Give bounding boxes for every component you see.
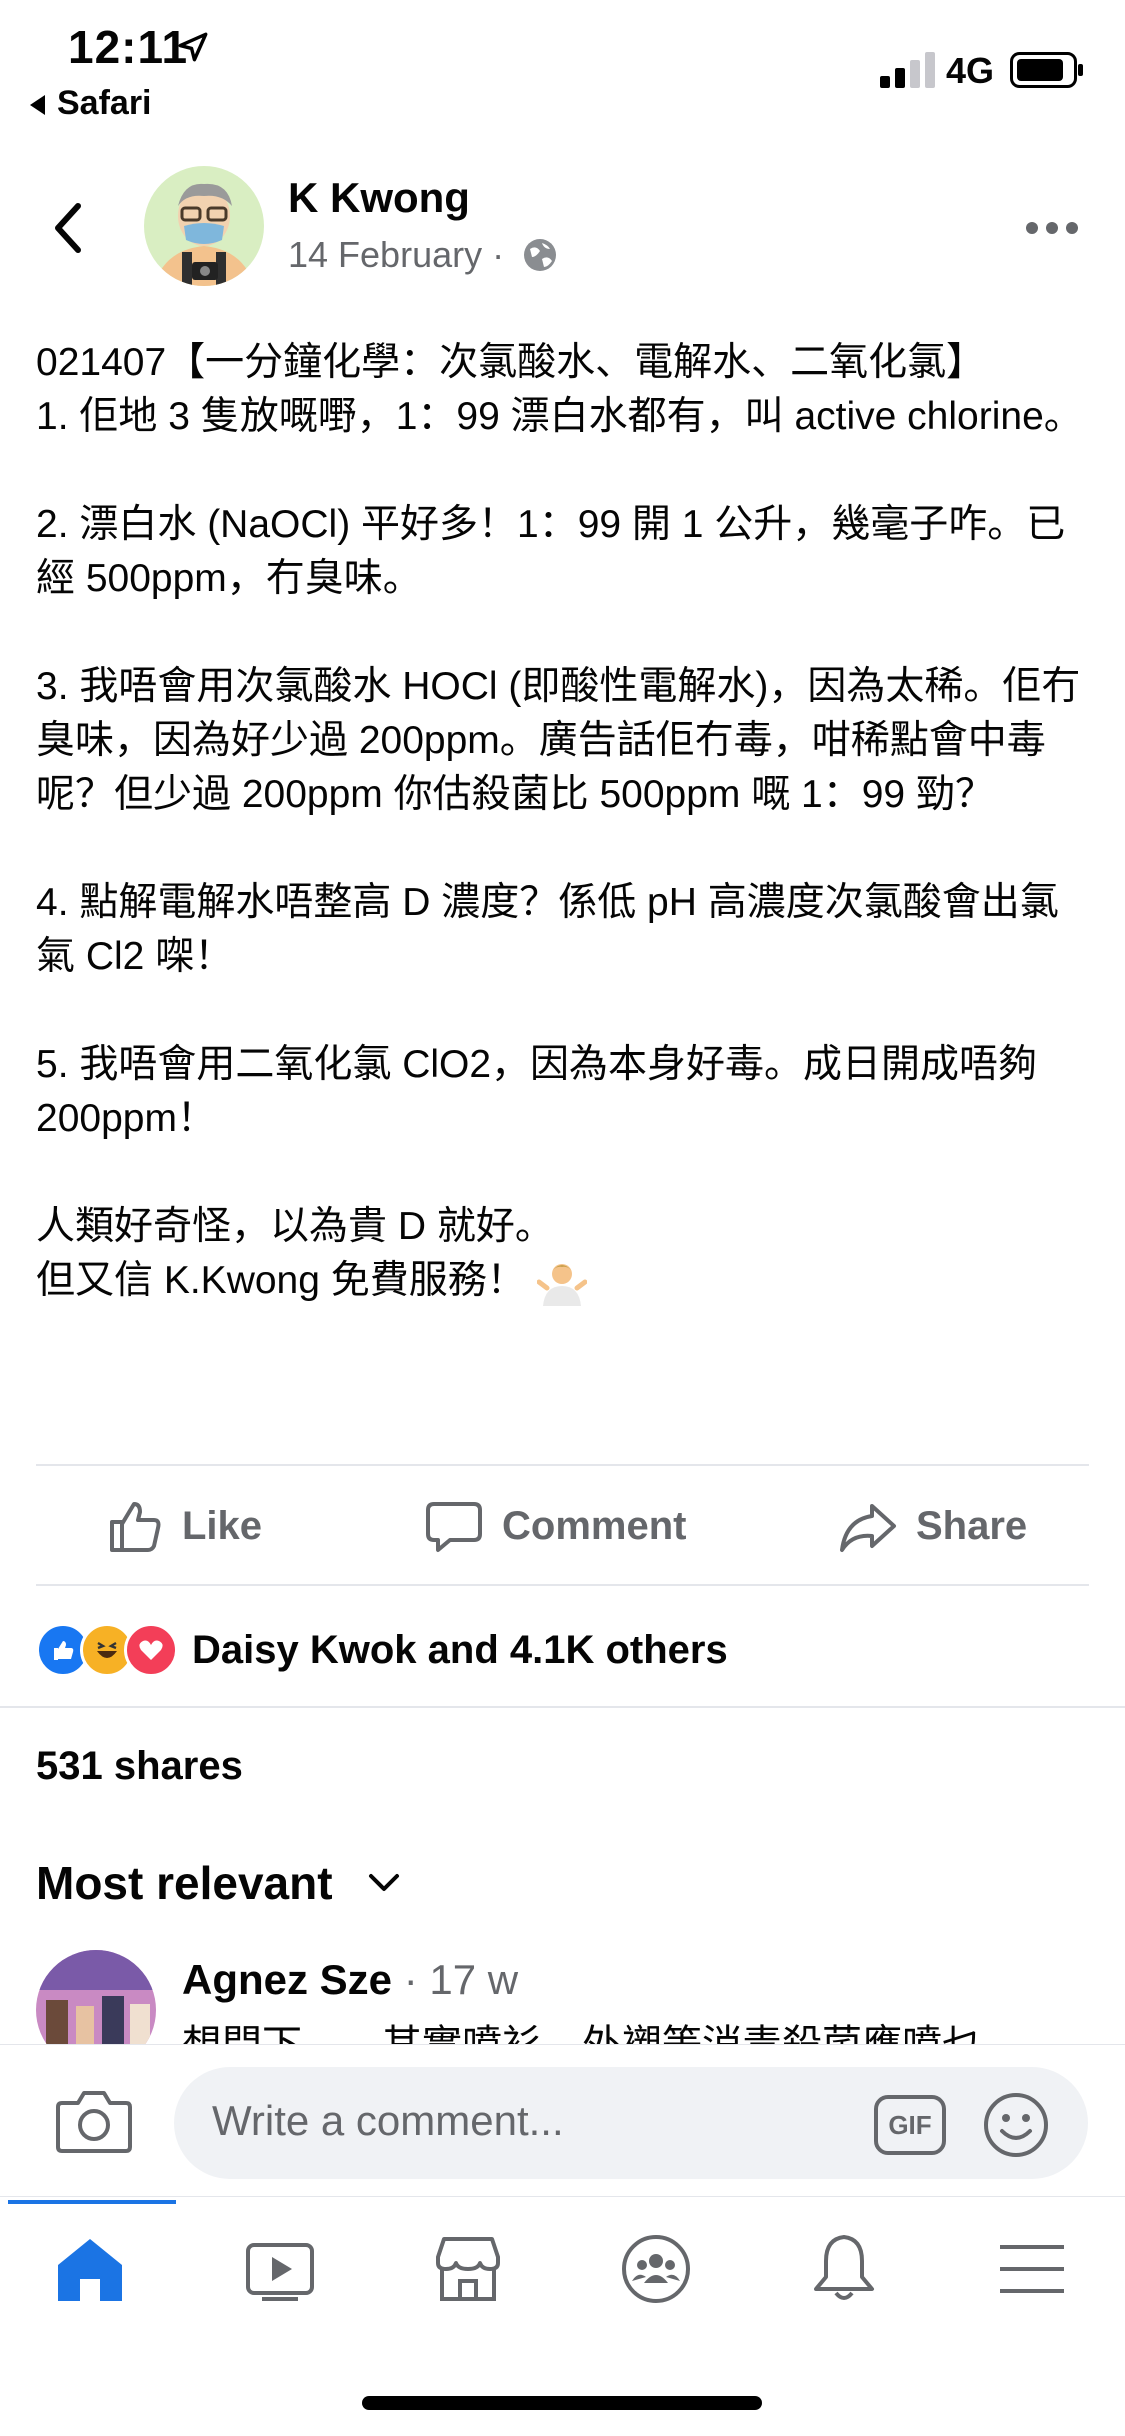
author-avatar-illustration xyxy=(144,166,264,286)
post-paragraph-5: 5. 我唔會用二氧化氯 ClO2，因為本身好毒。成日開成唔夠 200ppm！ xyxy=(36,1043,1038,1140)
thumbs-up-icon xyxy=(110,1502,161,1552)
commenter-name-line: Agnez Sze · 17 w xyxy=(182,1956,518,2004)
comment-input[interactable]: Write a comment... GIF xyxy=(174,2067,1088,2179)
back-chevron-icon[interactable] xyxy=(48,198,88,258)
post-body: 021407【一分鐘化學：次氯酸水、電解水、二氧化氯】 1. 佢地 3 隻放嘅嘢… xyxy=(36,336,1096,1308)
reactions-text: Daisy Kwok and 4.1K others xyxy=(192,1627,728,1672)
post-paragraph-3: 3. 我唔會用次氯酸水 HOCl (即酸性電解水)，因為太稀。佢冇臭味，因為好少… xyxy=(36,665,1081,816)
back-app-label: Safari xyxy=(57,84,152,122)
comment-composer: Write a comment... GIF xyxy=(0,2044,1125,2195)
post-closing-line-2: 但又信 K.Kwong 免費服務！ xyxy=(36,1254,1096,1308)
post-closing-line-2-text: 但又信 K.Kwong 免費服務！ xyxy=(36,1259,526,1302)
more-options-icon[interactable] xyxy=(1024,210,1080,246)
chevron-down-icon xyxy=(368,1874,399,1891)
meta-separator: · xyxy=(492,234,505,275)
tab-home[interactable] xyxy=(40,2219,140,2319)
tab-notifications[interactable] xyxy=(794,2219,894,2319)
shrug-emoji-icon xyxy=(536,1263,587,1306)
divider-bottom-actions xyxy=(36,1584,1089,1586)
emoji-icon[interactable] xyxy=(982,2091,1050,2159)
post-actions: Like Comment Share xyxy=(0,1466,1125,1586)
home-indicator[interactable] xyxy=(362,2396,762,2410)
camera-icon[interactable] xyxy=(56,2087,132,2153)
share-label: Share xyxy=(916,1503,1028,1548)
gif-label: GIF xyxy=(888,2109,932,2140)
cellular-signal-icon xyxy=(880,52,935,88)
post-meta: 14 February · xyxy=(288,234,560,276)
sort-label: Most relevant xyxy=(36,1857,333,1909)
like-button[interactable]: Like xyxy=(104,1466,262,1586)
post-date[interactable]: 14 February xyxy=(288,234,482,276)
share-arrow-icon xyxy=(840,1504,896,1552)
shares-count[interactable]: 531 shares xyxy=(36,1744,243,1789)
post-paragraph-2: 2. 漂白水 (NaOCl) 平好多！1：99 開 1 公升，幾毫子咋。已經 5… xyxy=(36,503,1066,600)
tab-watch[interactable] xyxy=(230,2219,330,2319)
author-name[interactable]: K Kwong xyxy=(288,174,470,222)
back-triangle-icon xyxy=(30,95,45,116)
comment-text: 想問下……其實噴衫，外襯等消毒殺菌應噴乜 xyxy=(182,2023,982,2048)
network-type: 4G xyxy=(946,50,995,91)
status-bar: 12:11 Safari 4G xyxy=(0,0,1125,130)
commenter-name[interactable]: Agnez Sze xyxy=(182,1956,392,2003)
comment-label: Comment xyxy=(502,1503,687,1548)
like-label: Like xyxy=(182,1503,263,1548)
post-paragraph-1: 021407【一分鐘化學：次氯酸水、電解水、二氧化氯】 1. 佢地 3 隻放嘅嘢… xyxy=(36,341,1083,438)
comment-input-placeholder: Write a comment... xyxy=(212,2097,564,2144)
bottom-tab-bar xyxy=(0,2196,1125,2345)
post-closing-line-1: 人類好奇怪，以為貴 D 就好。 xyxy=(36,1205,554,1248)
comment-bubble-icon xyxy=(426,1502,482,1552)
groups-icon xyxy=(622,2235,690,2303)
tab-marketplace[interactable] xyxy=(418,2219,518,2319)
post-paragraph-4: 4. 點解電解水唔整高 D 濃度？係低 pH 高濃度次氯酸會出氯氣 Cl2 㗎！ xyxy=(36,881,1059,978)
globe-icon xyxy=(524,239,557,271)
back-to-app-link[interactable]: Safari xyxy=(30,84,152,123)
location-arrow-icon xyxy=(178,32,208,62)
author-avatar[interactable] xyxy=(144,166,264,286)
love-reaction-icon xyxy=(124,1623,178,1677)
bell-icon xyxy=(814,2235,874,2300)
hamburger-menu-icon xyxy=(1000,2245,1064,2293)
marketplace-shop-icon xyxy=(436,2237,500,2301)
video-play-icon xyxy=(246,2243,314,2301)
reactions-summary[interactable]: Daisy Kwok and 4.1K others xyxy=(36,1620,728,1680)
active-tab-indicator xyxy=(8,2200,176,2204)
comment-time: · 17 w xyxy=(403,1956,519,2003)
comment-sort-dropdown[interactable]: Most relevant xyxy=(36,1856,401,1910)
section-divider xyxy=(0,1706,1125,1708)
tab-groups[interactable] xyxy=(606,2219,706,2319)
home-icon xyxy=(58,2239,122,2301)
gif-button[interactable]: GIF xyxy=(874,2095,946,2155)
tab-menu[interactable] xyxy=(982,2219,1082,2319)
clock: 12:11 xyxy=(68,21,189,73)
comment-button[interactable]: Comment xyxy=(424,1466,686,1586)
share-button[interactable]: Share xyxy=(838,1466,1027,1586)
battery-icon xyxy=(1010,52,1083,88)
